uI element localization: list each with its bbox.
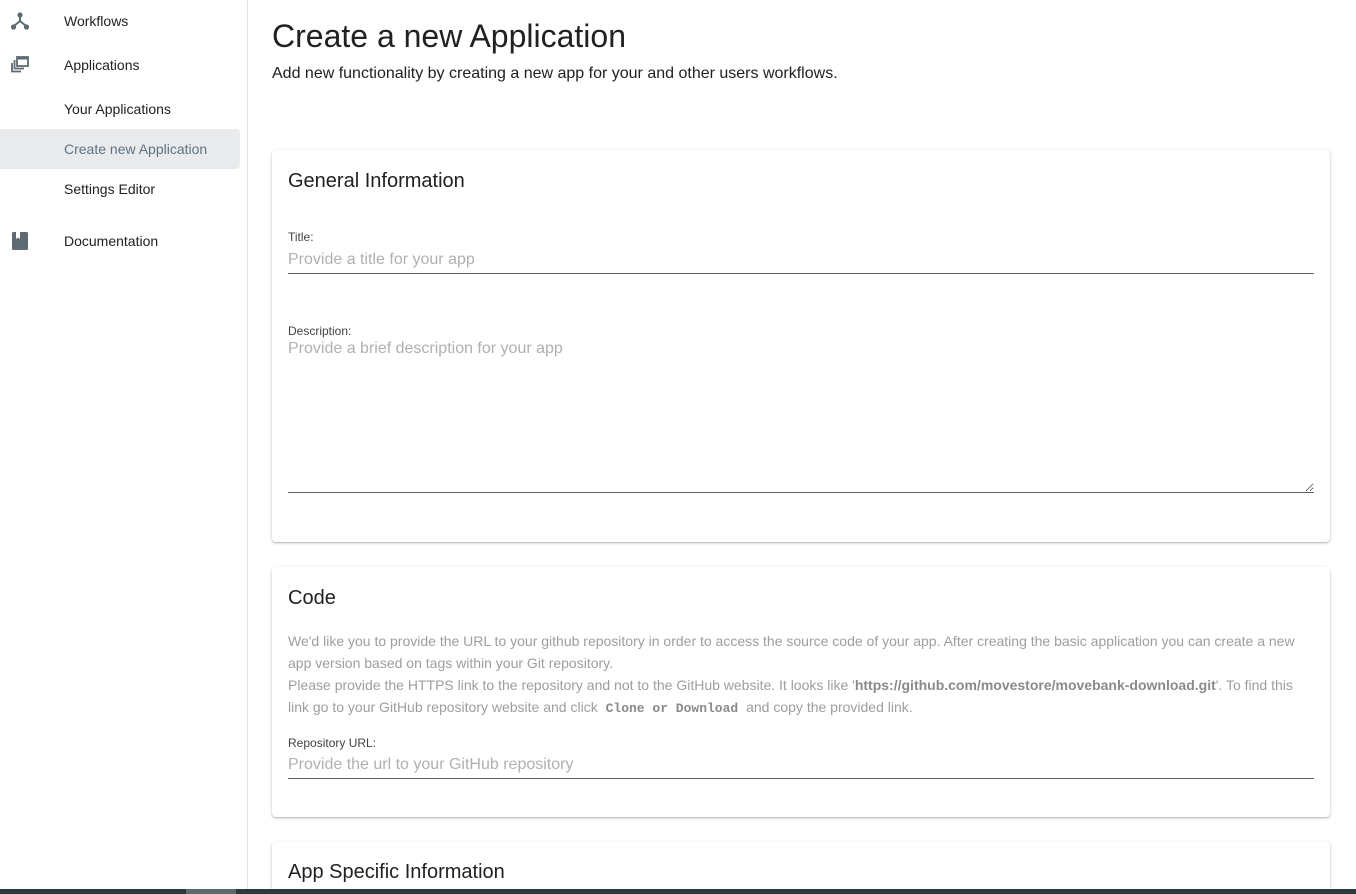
help-link-example: https://github.com/movestore/movebank-do… <box>854 677 1216 693</box>
sidebar-item-label: Documentation <box>64 233 159 249</box>
book-icon <box>10 231 30 251</box>
page-title: Create a new Application <box>272 18 626 54</box>
sidebar-item-label: Workflows <box>64 13 129 29</box>
repository-url-label: Repository URL: <box>288 736 377 750</box>
sidebar: Workflows Applications Your Applications… <box>0 0 248 894</box>
scrollbar-thumb[interactable] <box>186 889 236 894</box>
sidebar-item-label: Applications <box>64 57 140 73</box>
sidebar-item-label: Create new Application <box>64 141 208 157</box>
description-field-label: Description: <box>288 324 352 338</box>
repository-url-input[interactable] <box>288 751 1314 779</box>
help-line-1: We'd like you to provide the URL to your… <box>288 633 1295 671</box>
sidebar-item-label: Your Applications <box>64 101 171 117</box>
general-information-card: General Information Title: Description: <box>272 150 1330 542</box>
description-textarea[interactable] <box>288 340 1314 493</box>
code-card: Code We'd like you to provide the URL to… <box>272 567 1330 817</box>
help-line-2-pre: Please provide the HTTPS link to the rep… <box>288 677 855 693</box>
card-title: App Specific Information <box>288 861 505 883</box>
card-title: Code <box>288 587 336 609</box>
sidebar-item-applications[interactable]: Applications <box>0 45 240 85</box>
help-line-2-post: and copy the provided link. <box>742 699 913 715</box>
title-field-label: Title: <box>288 230 314 244</box>
card-title: General Information <box>288 170 465 192</box>
code-help-text: We'd like you to provide the URL to your… <box>288 630 1314 720</box>
sidebar-item-your-applications[interactable]: Your Applications <box>0 89 240 129</box>
sidebar-item-settings-editor[interactable]: Settings Editor <box>0 169 240 209</box>
sidebar-item-label: Settings Editor <box>64 181 156 197</box>
sidebar-item-workflows[interactable]: Workflows <box>0 1 240 41</box>
sidebar-item-documentation[interactable]: Documentation <box>0 221 240 261</box>
help-button-name: Clone or Download <box>605 701 739 716</box>
title-input[interactable] <box>288 246 1314 274</box>
workflow-icon <box>10 11 30 31</box>
app-specific-information-card: App Specific Information <box>272 842 1330 894</box>
page-subtitle: Add new functionality by creating a new … <box>272 65 838 82</box>
bottom-scrollbar[interactable] <box>0 889 1356 894</box>
applications-icon <box>10 55 30 75</box>
sidebar-item-create-new-application[interactable]: Create new Application <box>0 129 240 169</box>
